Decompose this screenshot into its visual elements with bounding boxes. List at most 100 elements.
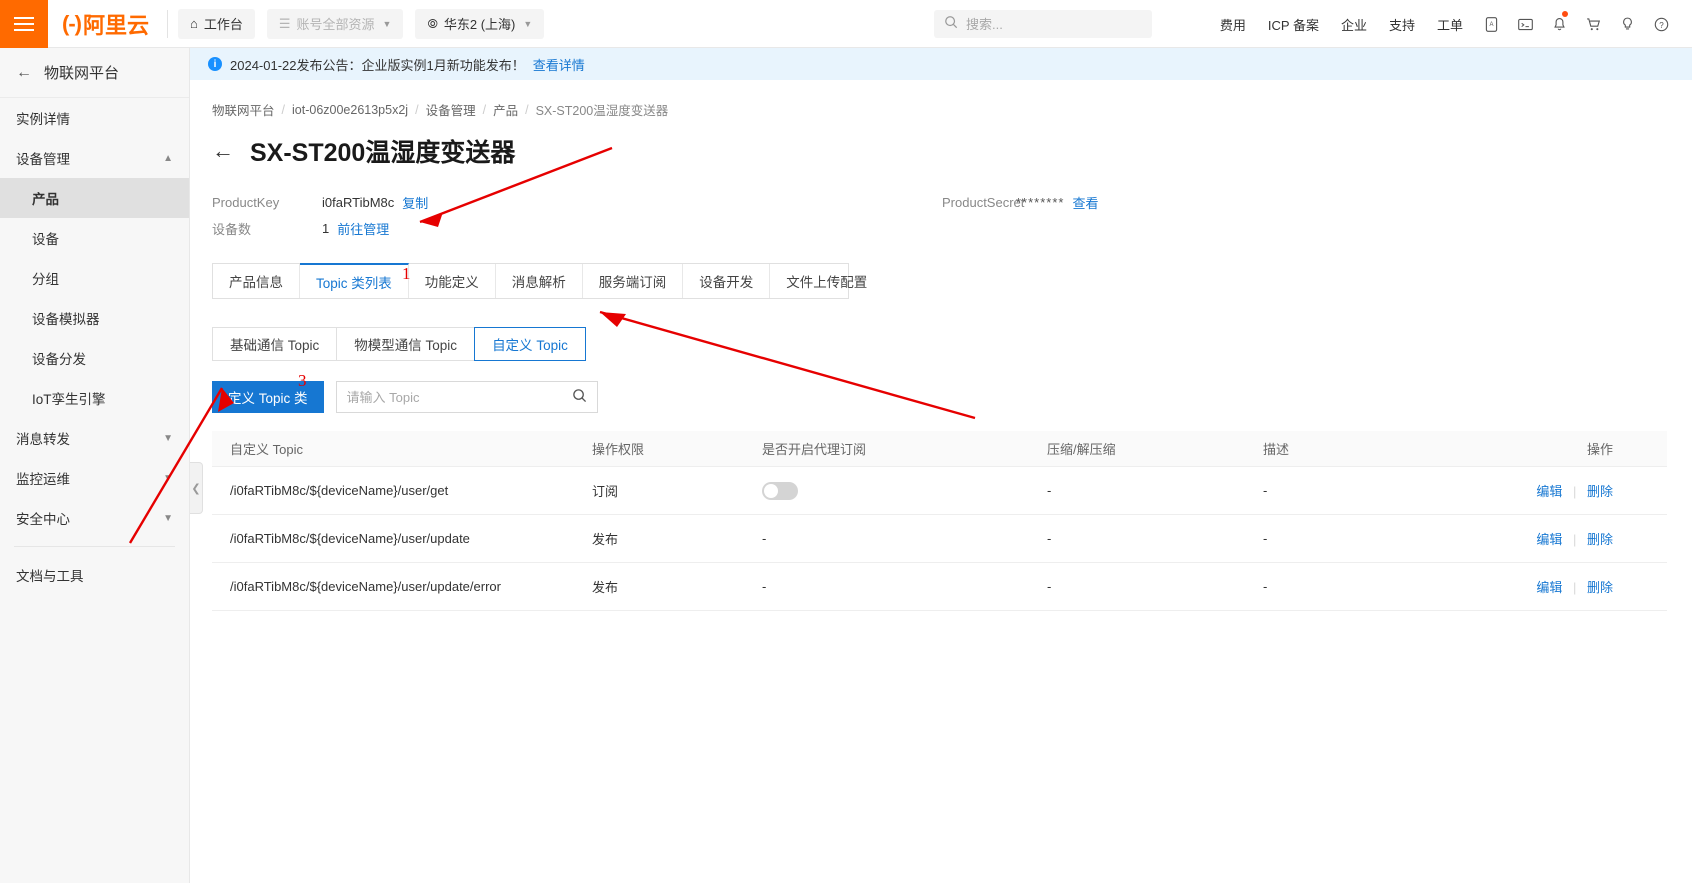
svg-text:?: ?: [1659, 20, 1664, 29]
segment-custom-topic[interactable]: 自定义 Topic: [474, 327, 586, 361]
tab-product-info[interactable]: 产品信息: [213, 264, 300, 298]
tab-function-definition[interactable]: 功能定义: [409, 264, 496, 298]
cell-actions: 编辑 | 删除: [1449, 577, 1649, 596]
chevron-up-icon: ▲: [163, 153, 173, 164]
menu-icon[interactable]: [0, 0, 48, 48]
delete-link[interactable]: 删除: [1587, 580, 1613, 595]
breadcrumb-item-device-management[interactable]: 设备管理: [426, 100, 476, 119]
sidebar-item-label: 消息转发: [16, 428, 70, 448]
table-row: /i0faRTibM8c/${deviceName}/user/update/e…: [212, 563, 1667, 611]
sidebar-item-label: 文档与工具: [16, 565, 84, 585]
global-search[interactable]: [934, 10, 1152, 38]
sidebar-item-docs-tools[interactable]: 文档与工具: [0, 555, 189, 595]
sidebar-item-device-simulator[interactable]: 设备模拟器: [0, 298, 189, 338]
column-header-actions: 操作: [1449, 439, 1649, 458]
sidebar-divider: [14, 546, 175, 547]
tab-label: 服务端订阅: [599, 271, 667, 291]
tab-device-development[interactable]: 设备开发: [683, 264, 770, 298]
breadcrumb-item-products[interactable]: 产品: [493, 100, 518, 119]
sidebar-item-groups[interactable]: 分组: [0, 258, 189, 298]
sidebar-item-security-center[interactable]: 安全中心 ▼: [0, 498, 189, 538]
chevron-down-icon: ▼: [163, 433, 173, 444]
region-label: 华东2 (上海): [444, 14, 516, 33]
workbench-button[interactable]: ⌂ 工作台: [178, 9, 255, 39]
sidebar-item-instance-detail[interactable]: 实例详情: [0, 98, 189, 138]
segment-basic-communication-topic[interactable]: 基础通信 Topic: [212, 327, 336, 361]
tab-label: 功能定义: [425, 271, 479, 291]
header-link-fee[interactable]: 费用: [1209, 15, 1257, 34]
topic-type-segmented-control: 基础通信 Topic 物模型通信 Topic 自定义 Topic: [212, 327, 1692, 361]
sidebar-item-monitoring-ops[interactable]: 监控运维 ▼: [0, 458, 189, 498]
delete-link[interactable]: 删除: [1587, 484, 1613, 499]
info-icon: i: [208, 57, 222, 71]
app-icon[interactable]: A: [1474, 0, 1508, 48]
header-link-enterprise[interactable]: 企业: [1330, 15, 1378, 34]
lightbulb-icon[interactable]: [1610, 0, 1644, 48]
sidebar-item-products[interactable]: 产品: [0, 178, 189, 218]
tab-file-upload-config[interactable]: 文件上传配置: [770, 264, 883, 298]
sidebar-item-iot-twin-engine[interactable]: IoT孪生引擎: [0, 378, 189, 418]
copy-product-key-link[interactable]: 复制: [402, 193, 428, 212]
table-row: /i0faRTibM8c/${deviceName}/user/get 订阅 -…: [212, 467, 1667, 515]
delete-link[interactable]: 删除: [1587, 532, 1613, 547]
view-product-secret-link[interactable]: 查看: [1072, 193, 1098, 212]
cell-permission: 订阅: [592, 481, 762, 500]
topic-search-box[interactable]: [336, 381, 598, 413]
segment-thing-model-communication-topic[interactable]: 物模型通信 Topic: [336, 327, 474, 361]
header-link-support[interactable]: 支持: [1378, 15, 1426, 34]
announcement-detail-link[interactable]: 查看详情: [533, 55, 585, 74]
arrow-left-icon: ←: [16, 64, 32, 82]
sidebar-item-label: 设备分发: [32, 348, 86, 368]
column-header-proxy-subscribe: 是否开启代理订阅: [762, 439, 1047, 458]
app-root: (-) 阿里云 ⌂ 工作台 ☰ 账号全部资源 ▼ ⦾ 华东2 (上海) ▼ 费用…: [0, 0, 1692, 883]
breadcrumb-item-platform[interactable]: 物联网平台: [212, 100, 275, 119]
logo-mark-icon: (-): [62, 11, 81, 37]
table-header-row: 自定义 Topic 操作权限 是否开启代理订阅 压缩/解压缩 描述 操作: [212, 431, 1667, 467]
resources-selector[interactable]: ☰ 账号全部资源 ▼: [267, 9, 404, 39]
segment-label: 基础通信 Topic: [230, 334, 319, 354]
region-selector[interactable]: ⦾ 华东2 (上海) ▼: [415, 9, 544, 39]
sidebar-item-device-distribution[interactable]: 设备分发: [0, 338, 189, 378]
column-header-description: 描述: [1263, 439, 1449, 458]
header-link-ticket[interactable]: 工单: [1426, 15, 1474, 34]
sidebar-back-to-platform[interactable]: ← 物联网平台: [0, 48, 189, 98]
sidebar-collapse-toggle[interactable]: ❮: [190, 462, 203, 514]
sidebar-item-message-forwarding[interactable]: 消息转发 ▼: [0, 418, 189, 458]
search-input[interactable]: [966, 17, 1136, 32]
help-icon[interactable]: ?: [1644, 0, 1678, 48]
notification-badge: [1562, 11, 1568, 17]
edit-link[interactable]: 编辑: [1536, 484, 1562, 499]
tab-message-parsing[interactable]: 消息解析: [496, 264, 583, 298]
table-row: /i0faRTibM8c/${deviceName}/user/update 发…: [212, 515, 1667, 563]
edit-link[interactable]: 编辑: [1536, 580, 1562, 595]
cart-icon[interactable]: [1576, 0, 1610, 48]
cell-compression: -: [1047, 483, 1263, 498]
go-to-device-management-link[interactable]: 前往管理: [337, 219, 389, 238]
sidebar-item-devices[interactable]: 设备: [0, 218, 189, 258]
product-tabs: 产品信息 Topic 类列表 功能定义 消息解析 服务端订阅 设备开发 文件上传…: [212, 263, 849, 299]
tab-label: 文件上传配置: [786, 271, 867, 291]
sidebar-item-label: 监控运维: [16, 468, 70, 488]
proxy-subscribe-toggle[interactable]: [762, 482, 798, 500]
edit-link[interactable]: 编辑: [1536, 532, 1562, 547]
topic-search-input[interactable]: [347, 390, 572, 405]
alibaba-cloud-logo[interactable]: (-) 阿里云: [48, 8, 165, 40]
back-arrow-icon[interactable]: ←: [212, 138, 234, 164]
svg-text:A: A: [1489, 22, 1493, 28]
header-divider: [167, 10, 168, 38]
search-icon[interactable]: [572, 388, 587, 406]
sidebar-item-device-management[interactable]: 设备管理 ▲: [0, 138, 189, 178]
tab-server-subscription[interactable]: 服务端订阅: [583, 264, 684, 298]
chevron-down-icon: ▼: [163, 513, 173, 524]
global-header: (-) 阿里云 ⌂ 工作台 ☰ 账号全部资源 ▼ ⦾ 华东2 (上海) ▼ 费用…: [0, 0, 1692, 48]
cell-description: -: [1263, 483, 1449, 498]
breadcrumb-item-instance[interactable]: iot-06z00e2613p5x2j: [292, 103, 408, 117]
header-link-icp[interactable]: ICP 备案: [1257, 15, 1330, 34]
terminal-icon[interactable]: [1508, 0, 1542, 48]
workbench-label: 工作台: [204, 14, 243, 33]
tab-label: 消息解析: [512, 271, 566, 291]
tab-topic-class-list[interactable]: Topic 类列表: [300, 263, 409, 298]
breadcrumb-separator: /: [415, 103, 418, 117]
bell-icon[interactable]: [1542, 0, 1576, 48]
define-topic-class-button[interactable]: 定义 Topic 类: [212, 381, 324, 413]
